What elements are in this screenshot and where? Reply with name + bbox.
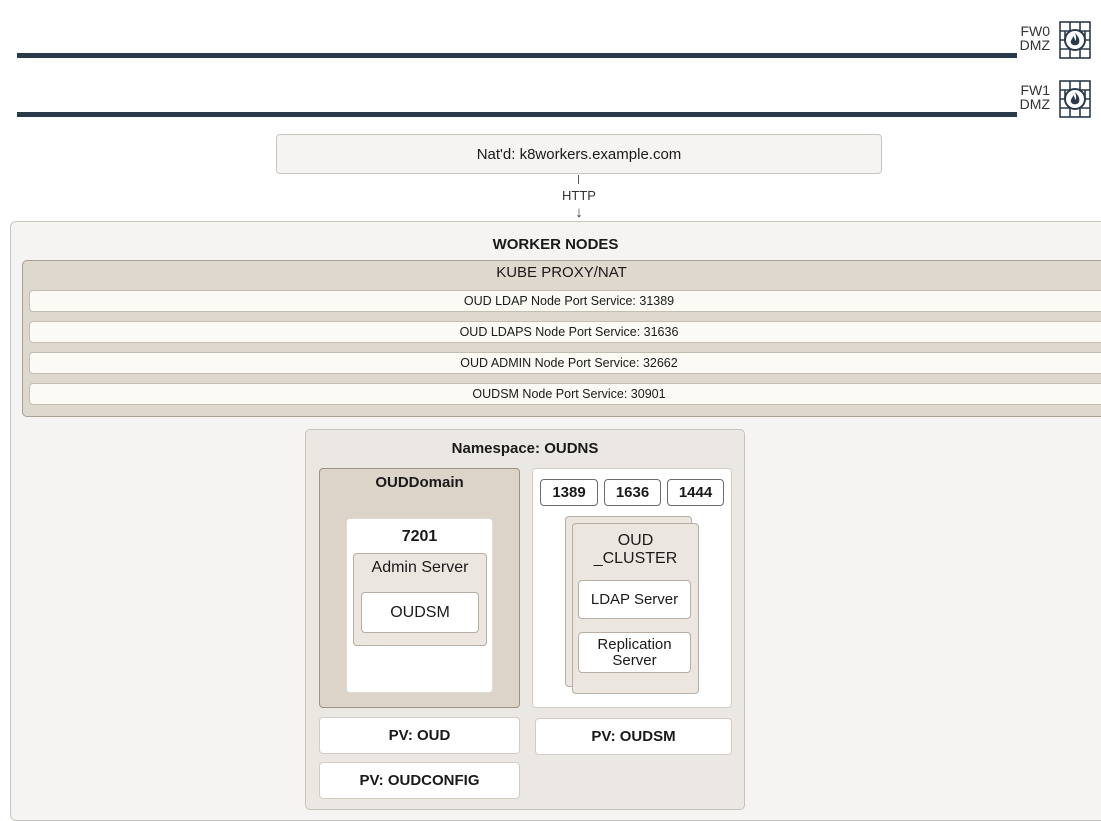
nat-hostname-box: Nat'd: k8workers.example.com xyxy=(276,134,882,174)
firewall-line-fw0 xyxy=(17,53,1017,58)
connector-line xyxy=(578,175,579,184)
port-1636: 1636 xyxy=(604,479,661,506)
kube-proxy-title: KUBE PROXY/NAT xyxy=(496,264,627,281)
admin-server-label: Admin Server xyxy=(371,559,469,576)
connector-label: HTTP xyxy=(562,188,596,203)
replication-server-box: Replication Server xyxy=(578,632,691,673)
service-oud-ldaps: OUD LDAPS Node Port Service: 31636 xyxy=(29,321,1101,343)
replication-server-line1: Replication xyxy=(597,635,672,653)
firewall-name: FW1 xyxy=(1020,82,1050,98)
service-oud-ldap: OUD LDAP Node Port Service: 31389 xyxy=(29,290,1101,312)
admin-port-label: 7201 xyxy=(401,528,438,545)
replication-server-line2: Server xyxy=(612,651,657,669)
firewall-zone: DMZ xyxy=(1019,37,1050,53)
arrow-down-icon: ↓ xyxy=(575,204,583,221)
service-oud-admin: OUD ADMIN Node Port Service: 32662 xyxy=(29,352,1101,374)
namespace-title: Namespace: OUDNS xyxy=(451,440,599,457)
firewall-icon xyxy=(1059,80,1091,118)
port-1389: 1389 xyxy=(540,479,598,506)
service-oudsm: OUDSM Node Port Service: 30901 xyxy=(29,383,1101,405)
oud-cluster-title-line2: _CLUSTER xyxy=(593,550,678,567)
pv-oudconfig: PV: OUDCONFIG xyxy=(319,762,520,799)
oudsm-app-box: OUDSM xyxy=(361,592,479,633)
worker-nodes-title: WORKER NODES xyxy=(492,236,619,253)
firewall-zone: DMZ xyxy=(1019,96,1050,112)
firewall-icon xyxy=(1059,21,1091,59)
firewall-label-fw0: FW0 DMZ xyxy=(990,24,1050,52)
ldap-server-box: LDAP Server xyxy=(578,580,691,619)
port-1444: 1444 xyxy=(667,479,724,506)
oud-domain-title: OUDDomain xyxy=(375,474,464,491)
pv-oud: PV: OUD xyxy=(319,717,520,754)
firewall-label-fw1: FW1 DMZ xyxy=(990,83,1050,111)
pv-oudsm: PV: OUDSM xyxy=(535,718,732,755)
firewall-line-fw1 xyxy=(17,112,1017,117)
oud-cluster-title: OUD _CLUSTER xyxy=(572,532,699,568)
firewall-name: FW0 xyxy=(1020,23,1050,39)
oud-cluster-title-line1: OUD xyxy=(617,532,654,549)
